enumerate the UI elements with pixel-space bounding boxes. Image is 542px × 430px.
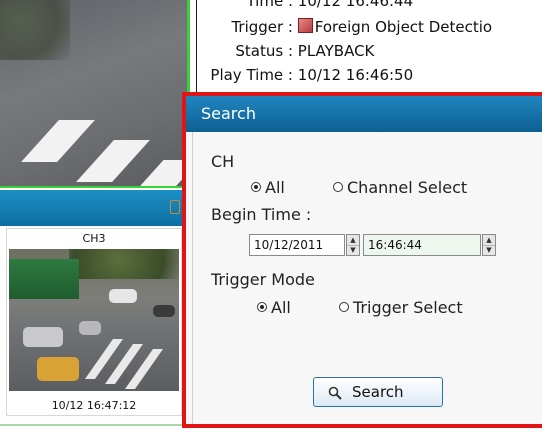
ch-select-radio[interactable] (333, 182, 343, 192)
trigger-all-label: All (271, 298, 291, 317)
pin-icon[interactable] (170, 200, 180, 214)
date-spinner[interactable]: ▲ ▼ (346, 234, 360, 256)
ch-all-radio[interactable] (251, 182, 261, 192)
ch-all-option[interactable]: All (251, 178, 285, 197)
channel-list-header (0, 190, 190, 226)
trigger-label: Trigger : (231, 18, 293, 36)
playback-screen: Time : 10/12 16:46:44 Trigger : Foreign … (0, 0, 542, 430)
search-button[interactable]: Search (313, 377, 443, 407)
search-button-label: Search (352, 383, 404, 401)
thumbnail-trees (69, 249, 179, 279)
thumbnail-storefront (9, 259, 79, 299)
search-dialog: Search CH All Channel Select Begin Time … (182, 92, 542, 428)
ch-select-option[interactable]: Channel Select (333, 178, 467, 197)
playtime-label: Play Time : (210, 66, 293, 84)
trigger-select-option[interactable]: Trigger Select (339, 298, 463, 317)
time-input[interactable]: 16:46:44 (363, 234, 481, 256)
dialog-body: CH All Channel Select Begin Time : 10/12… (192, 132, 542, 424)
dialog-title-bar[interactable]: Search (186, 96, 542, 132)
trigger-all-radio[interactable] (257, 302, 267, 312)
status-label: Status : (235, 42, 293, 60)
time-down-icon[interactable]: ▼ (483, 245, 495, 255)
camera-view-top[interactable] (0, 0, 190, 188)
time-spinner[interactable]: ▲ ▼ (482, 234, 496, 256)
thumbnail-taxi (37, 357, 79, 381)
crosswalk-stripe (76, 140, 150, 182)
event-info-panel: Time : 10/12 16:46:44 Trigger : Foreign … (196, 0, 542, 92)
trigger-all-option[interactable]: All (257, 298, 291, 317)
time-value: 10/12 16:46:44 (297, 0, 414, 10)
dialog-title: Search (201, 104, 256, 123)
time-label: Time : (246, 0, 293, 10)
thumbnail-bus (109, 289, 137, 303)
ch-all-label: All (265, 178, 285, 197)
trigger-select-label: Trigger Select (353, 298, 463, 317)
thumbnail-car (153, 305, 175, 317)
camera-scene-grass (0, 0, 70, 60)
crosswalk-stripe (21, 120, 95, 162)
date-down-icon[interactable]: ▼ (347, 245, 359, 255)
trigger-mode-label: Trigger Mode (211, 270, 315, 289)
trigger-value: Foreign Object Detectio (314, 18, 493, 36)
time-row: Time : 10/12 16:46:44 (197, 0, 413, 14)
status-value: PLAYBACK (297, 42, 375, 60)
ch-select-label: Channel Select (347, 178, 468, 197)
alert-icon (297, 18, 313, 33)
trigger-select-radio[interactable] (339, 302, 349, 312)
date-input[interactable]: 10/12/2011 (249, 234, 345, 256)
playtime-value: 10/12 16:46:50 (297, 66, 414, 84)
tile-divider (0, 424, 190, 426)
thumbnail-car (79, 321, 101, 335)
status-row: Status : PLAYBACK (197, 42, 374, 64)
trigger-row: Trigger : Foreign Object Detectio (197, 18, 492, 40)
begin-time-label: Begin Time : (211, 205, 312, 224)
tile-timestamp: 10/12 16:47:12 (51, 399, 137, 412)
playtime-row: Play Time : 10/12 16:46:50 (197, 66, 413, 88)
active-border-bottom (0, 186, 190, 188)
channel-tile-ch3[interactable]: CH3 10/12 16:47:12 (6, 228, 182, 416)
tile-channel-name: CH3 (82, 232, 106, 245)
ch-label: CH (211, 152, 235, 171)
magnifier-icon (328, 386, 342, 400)
thumbnail-car (23, 327, 63, 347)
tile-thumbnail (9, 249, 179, 391)
